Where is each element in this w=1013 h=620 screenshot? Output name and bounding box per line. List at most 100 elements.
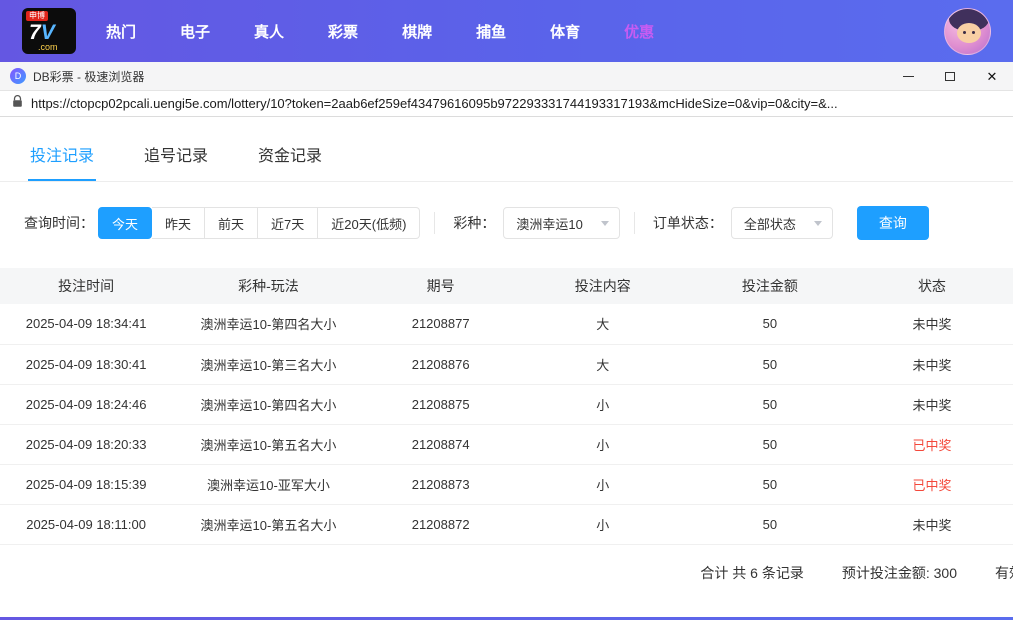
record-tabs: 投注记录 追号记录 资金记录 [0,127,1013,182]
bet-content-cell: 小 [517,424,689,464]
nav-item-hot[interactable]: 热门 [106,21,136,42]
time-option-20days[interactable]: 近20天(低频) [318,207,420,239]
bet-time-cell: 2025-04-09 18:34:41 [0,304,172,344]
site-nav: 热门 电子 真人 彩票 棋牌 捕鱼 体育 优惠 [106,21,698,42]
logo-badge: 申博 [26,11,48,21]
table-row: 2025-04-09 18:20:33澳洲幸运10-第五名大小21208874小… [0,424,1013,464]
game-play-cell: 澳洲幸运10-第四名大小 [172,384,364,424]
issue-cell: 21208872 [365,504,517,544]
status-cell: 已中奖 [851,424,1013,464]
header-bet-amount: 投注金额 [689,268,851,304]
tab-bet-records[interactable]: 投注记录 [28,127,96,181]
time-filter-group: 今天 昨天 前天 近7天 近20天(低频) [98,207,420,239]
bet-table-body: 2025-04-09 18:34:41澳洲幸运10-第四名大小21208877大… [0,304,1013,544]
header-game-play: 彩种-玩法 [172,268,364,304]
minimize-icon [903,76,914,77]
table-row: 2025-04-09 18:30:41澳洲幸运10-第三名大小21208876大… [0,344,1013,384]
window-controls: ✕ [887,62,1013,90]
time-filter-label: 查询时间： [24,213,94,233]
close-button[interactable]: ✕ [971,62,1013,90]
issue-cell: 21208874 [365,424,517,464]
game-play-cell: 澳洲幸运10-第五名大小 [172,424,364,464]
nav-item-lottery[interactable]: 彩票 [328,21,358,42]
status-cell: 未中奖 [851,384,1013,424]
tab-fund-records[interactable]: 资金记录 [256,127,324,181]
url-text[interactable]: https://ctopcp02pcali.uengi5e.com/lotter… [31,96,1001,111]
header-bet-content: 投注内容 [517,268,689,304]
window-title: DB彩票 - 极速浏览器 [33,68,144,85]
status-cell: 未中奖 [851,304,1013,344]
game-play-cell: 澳洲幸运10-第三名大小 [172,344,364,384]
time-option-day-before[interactable]: 前天 [205,207,258,239]
header-status: 状态 [851,268,1013,304]
header-issue: 期号 [365,268,517,304]
bet-amount-cell: 50 [689,504,851,544]
bet-records-table: 投注时间 彩种-玩法 期号 投注内容 投注金额 状态 2025-04-09 18… [0,268,1013,545]
nav-item-live[interactable]: 真人 [254,21,284,42]
lottery-select-value: 澳洲幸运10 [516,214,582,233]
lock-icon [12,95,23,113]
bet-time-cell: 2025-04-09 18:24:46 [0,384,172,424]
issue-cell: 21208877 [365,304,517,344]
close-icon: ✕ [987,70,998,83]
game-play-cell: 澳洲幸运10-第四名大小 [172,304,364,344]
filter-bar: 查询时间： 今天 昨天 前天 近7天 近20天(低频) 彩种： 澳洲幸运10 订… [0,182,1013,260]
status-cell: 已中奖 [851,464,1013,504]
time-option-yesterday[interactable]: 昨天 [152,207,205,239]
issue-cell: 21208875 [365,384,517,424]
bet-content-cell: 小 [517,464,689,504]
summary-expected: 预计投注金额: 300 [842,563,957,583]
table-row: 2025-04-09 18:11:00澳洲幸运10-第五名大小21208872小… [0,504,1013,544]
summary-valid: 有效投注金 [995,563,1013,583]
lottery-select[interactable]: 澳洲幸运10 [503,207,619,239]
bet-time-cell: 2025-04-09 18:30:41 [0,344,172,384]
bet-time-cell: 2025-04-09 18:15:39 [0,464,172,504]
screen: { "site": { "logo_badge": "申博", "logo_ma… [0,0,1013,620]
maximize-icon [945,72,955,81]
nav-item-cards[interactable]: 棋牌 [402,21,432,42]
nav-item-promo[interactable]: 优惠 [624,21,654,42]
tab-chase-records[interactable]: 追号记录 [142,127,210,181]
avatar-face [957,23,981,43]
bet-amount-cell: 50 [689,424,851,464]
bet-amount-cell: 50 [689,304,851,344]
order-status-value: 全部状态 [744,214,796,233]
issue-cell: 21208873 [365,464,517,504]
nav-item-sports[interactable]: 体育 [550,21,580,42]
order-status-select[interactable]: 全部状态 [731,207,833,239]
bet-content-cell: 大 [517,344,689,384]
logo-suffix: .com [38,42,58,52]
time-option-7days[interactable]: 近7天 [258,207,318,239]
bet-time-cell: 2025-04-09 18:11:00 [0,504,172,544]
game-play-cell: 澳洲幸运10-第五名大小 [172,504,364,544]
table-row: 2025-04-09 18:15:39澳洲幸运10-亚军大小21208873小5… [0,464,1013,504]
table-row: 2025-04-09 18:24:46澳洲幸运10-第四名大小21208875小… [0,384,1013,424]
lottery-records-page: 投注记录 追号记录 资金记录 查询时间： 今天 昨天 前天 近7天 近20天(低… [0,127,1013,597]
status-filter-label: 订单状态： [653,213,723,233]
minimize-button[interactable] [887,62,929,90]
bet-amount-cell: 50 [689,344,851,384]
header-bet-time: 投注时间 [0,268,172,304]
status-cell: 未中奖 [851,344,1013,384]
nav-item-slots[interactable]: 电子 [180,21,210,42]
status-cell: 未中奖 [851,504,1013,544]
summary-bar: 合计 共 6 条记录 预计投注金额: 300 有效投注金 [0,545,1013,597]
browser-title-bar: D DB彩票 - 极速浏览器 ✕ [0,62,1013,91]
chevron-down-icon [601,221,609,226]
bet-content-cell: 小 [517,384,689,424]
bet-content-cell: 小 [517,504,689,544]
nav-item-fishing[interactable]: 捕鱼 [476,21,506,42]
site-logo[interactable]: 申博 7V .com [22,8,76,54]
chevron-down-icon [814,221,822,226]
time-option-today[interactable]: 今天 [98,207,152,239]
issue-cell: 21208876 [365,344,517,384]
maximize-button[interactable] [929,62,971,90]
query-button[interactable]: 查询 [857,206,929,240]
user-avatar[interactable] [944,8,991,55]
site-header: 申博 7V .com 热门 电子 真人 彩票 棋牌 捕鱼 体育 优惠 [0,0,1013,62]
bet-amount-cell: 50 [689,384,851,424]
game-play-cell: 澳洲幸运10-亚军大小 [172,464,364,504]
bet-amount-cell: 50 [689,464,851,504]
browser-window-icon: D [10,68,26,84]
address-bar[interactable]: https://ctopcp02pcali.uengi5e.com/lotter… [0,91,1013,117]
